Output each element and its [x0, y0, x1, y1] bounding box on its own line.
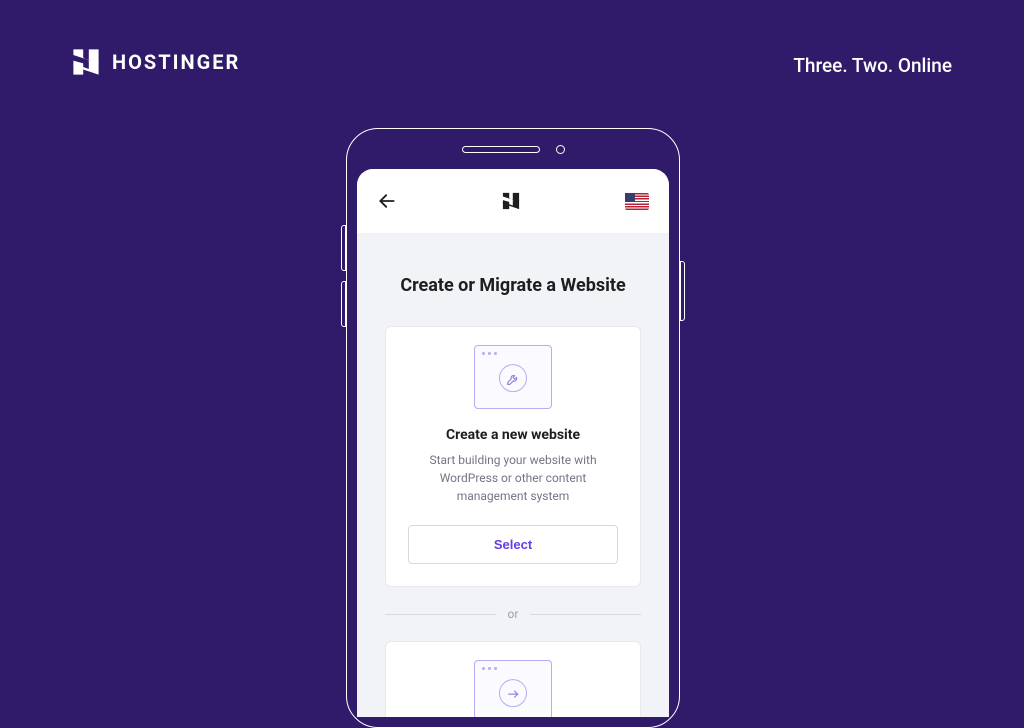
migrate-website-card [385, 641, 641, 717]
us-flag-icon[interactable] [625, 193, 649, 210]
phone-camera [556, 145, 565, 154]
phone-speaker [462, 146, 540, 153]
phone-speaker-row [347, 145, 679, 154]
hostinger-logo-icon [502, 192, 520, 210]
tagline: Three. Two. Online [793, 54, 952, 77]
divider-line [385, 614, 496, 615]
migrate-icon [506, 686, 520, 700]
phone-screen: Create or Migrate a Website Create a new… [357, 169, 669, 717]
app-header [357, 169, 669, 233]
back-arrow-icon[interactable] [377, 191, 397, 211]
hostinger-logo-icon [72, 48, 100, 76]
card-title: Create a new website [408, 427, 618, 443]
brand-name: HOSTINGER [112, 50, 240, 74]
phone-volume-down [341, 281, 346, 327]
page-title: Create or Migrate a Website [357, 275, 669, 296]
or-divider: or [385, 607, 641, 621]
divider-line [530, 614, 641, 615]
phone-volume-up [341, 225, 346, 271]
card-description: Start building your website with WordPre… [408, 451, 618, 505]
wrench-icon [506, 371, 520, 385]
phone-power-button [680, 261, 685, 321]
select-button[interactable]: Select [408, 525, 618, 564]
brand-header: HOSTINGER [72, 48, 240, 76]
divider-text: or [508, 607, 519, 621]
migrate-illustration [474, 660, 552, 717]
phone-frame: Create or Migrate a Website Create a new… [346, 128, 680, 728]
create-website-card: Create a new website Start building your… [385, 326, 641, 587]
website-builder-illustration [474, 345, 552, 409]
